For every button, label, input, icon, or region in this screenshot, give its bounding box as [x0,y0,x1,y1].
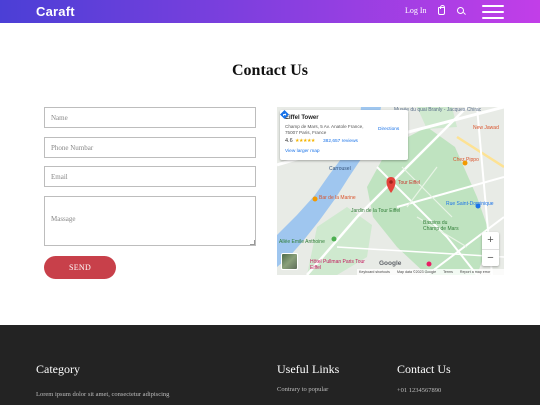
report-error-link[interactable]: Report a map error [460,270,490,274]
star-rating-icon: ★★★★★ [295,138,315,144]
footer-heading-contact: Contact Us [397,362,451,376]
map-label-allee: Allée Emile Anthoine [279,239,325,245]
footer-heading-links: Useful Links [277,362,340,376]
phone-input[interactable] [44,137,256,158]
search-icon[interactable] [457,7,464,14]
zoom-out-button[interactable]: − [482,249,499,266]
map-label-bassins: Bassins du Champ de Mars [423,220,459,232]
map-layer-toggle[interactable] [281,253,298,270]
footer-link-1[interactable]: Contrary to popular [277,386,328,393]
footer-heading-category: Category [36,362,80,376]
page-title: Contact Us [232,62,308,79]
footer-category-text: Lorem ipsum dolor sit amet, consectetur … [36,391,170,398]
reviews-link[interactable]: 382,657 reviews [323,139,358,144]
terms-link[interactable]: Terms [443,270,453,274]
brand-logo[interactable]: Caraft [36,4,75,19]
google-logo: Google [379,260,402,267]
footer: Category Lorem ipsum dolor sit amet, con… [0,325,540,405]
map-label-new-jawad: New Jawad [473,125,499,131]
map-label-carrousel: Carrousel [329,166,351,172]
directions-link[interactable]: Directions [378,127,399,132]
bag-icon[interactable] [438,5,445,15]
place-address: Champ de Mars, 5 Av. Anatole France, 750… [285,124,364,135]
textarea-resize-handle[interactable] [250,240,255,245]
zoom-controls: + − [482,232,499,266]
footer-phone: +01 1234567890 [397,387,442,394]
place-rating: 4.6 [285,138,293,144]
place-info-card: Eiffel Tower Champ de Mars, 5 Av. Anatol… [280,110,408,160]
embedded-map[interactable]: Musée du quai Branly - Jacques Chirac Ne… [277,107,504,275]
login-link[interactable]: Log In [405,6,427,15]
top-nav-bar: Caraft Log In [0,0,540,23]
email-input[interactable] [44,166,256,187]
keyboard-shortcuts-link[interactable]: Keyboard shortcuts [359,270,390,274]
message-textarea[interactable] [44,196,256,246]
directions-icon[interactable] [280,110,289,119]
name-input[interactable] [44,107,256,128]
menu-icon[interactable] [482,5,504,19]
map-attribution: Keyboard shortcuts Map data ©2023 Google… [357,269,504,275]
map-label-bar-marine: Bar de la Marine [319,195,356,201]
map-label-jardin: Jardin de la Tour Eiffel [351,208,401,214]
zoom-in-button[interactable]: + [482,232,499,249]
place-name: Eiffel Tower [285,115,319,121]
map-label-tour-eiffel: Tour Eiffel [398,180,421,186]
map-data-text: Map data ©2023 Google [396,270,437,274]
send-button[interactable]: SEND [44,256,116,279]
map-label-rue-st-dominique: Rue Saint-Dominique [446,201,494,207]
larger-map-link[interactable]: View larger map [285,149,320,154]
map-label-chez-pippo: Chez Pippo [453,157,479,163]
